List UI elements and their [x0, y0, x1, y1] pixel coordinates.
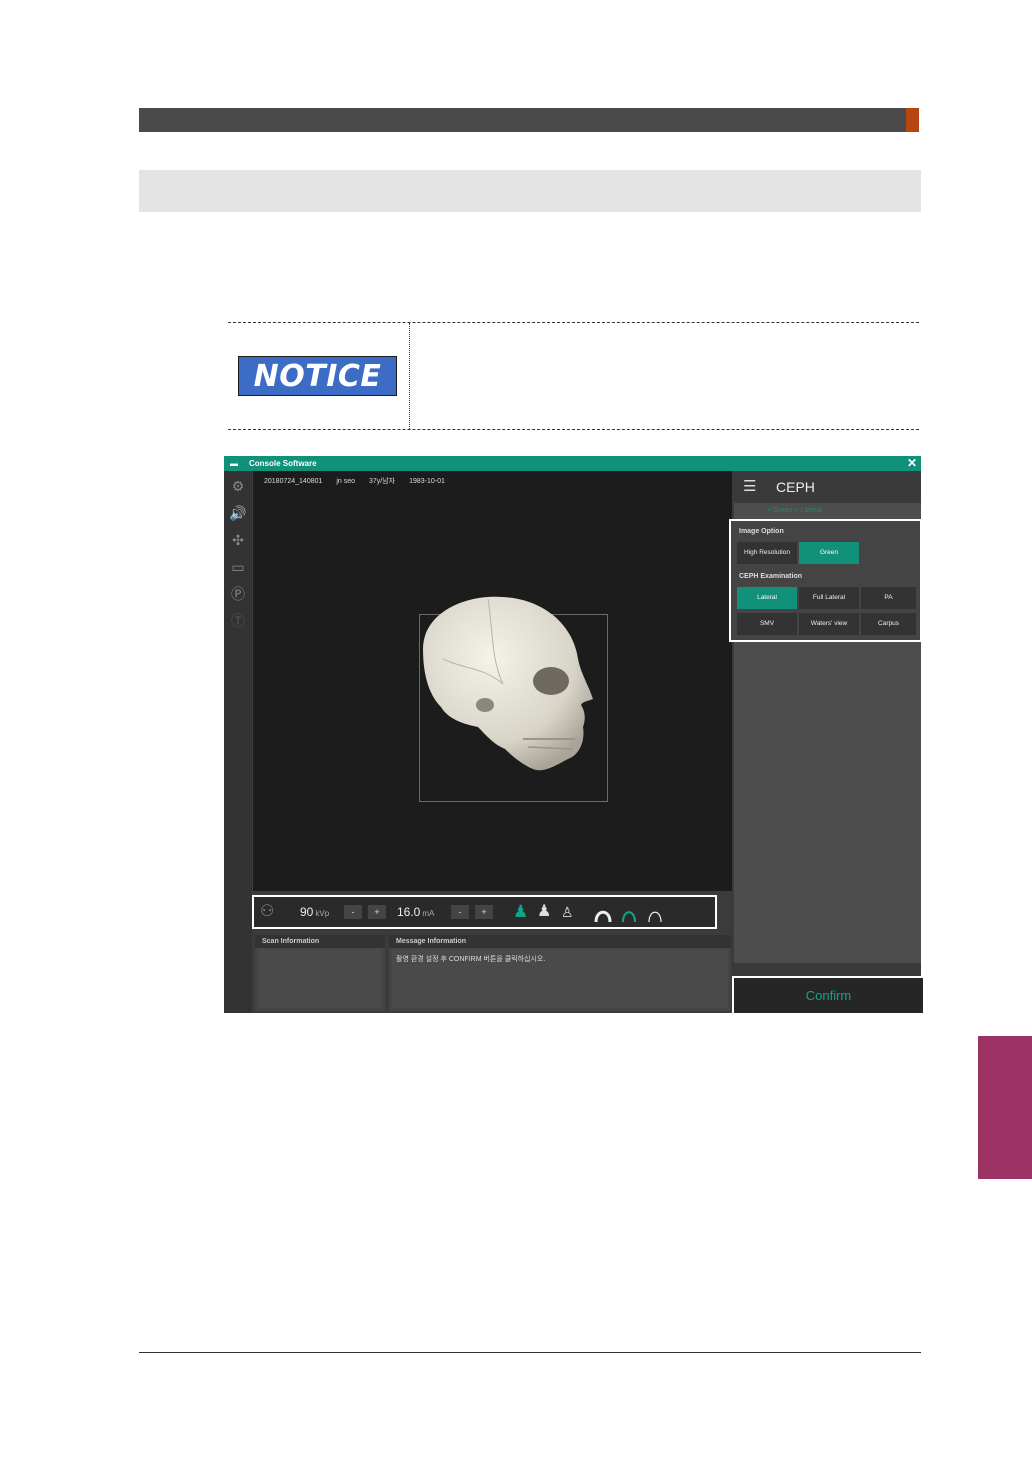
scan-information-body	[258, 949, 382, 1008]
app-icon: ▬	[230, 459, 238, 468]
monitor-icon[interactable]: ▭	[229, 558, 247, 576]
arch-small-icon[interactable]	[645, 903, 665, 923]
kvp-plus-button[interactable]: +	[368, 905, 386, 919]
ma-value: 16.0	[397, 905, 421, 919]
arch-medium-icon[interactable]	[619, 903, 639, 923]
image-viewer[interactable]: 20180724_140801 jn seo 37y/남자 1983-10-01	[253, 471, 732, 891]
kvp-value: 90	[300, 905, 314, 919]
confirm-button[interactable]: Confirm	[732, 976, 925, 1015]
carpus-button[interactable]: Carpus	[861, 613, 916, 635]
smv-button[interactable]: SMV	[737, 613, 797, 635]
p-circle-icon[interactable]: Ⓟ	[229, 585, 247, 603]
patient-id: 20180724_140801	[264, 478, 323, 485]
ma-minus-button[interactable]: -	[451, 905, 469, 919]
exposure-controls: ⚇ 90 kVp - + 16.0 mA - + ♟ ♟ ♙	[252, 895, 717, 929]
laser-icon[interactable]: ✣	[229, 531, 247, 549]
message-information-header: Message Information	[389, 935, 731, 948]
scan-information-panel: Scan Information	[255, 935, 385, 1011]
chapter-header-bar	[139, 108, 906, 132]
high-resolution-button[interactable]: High Resolution	[737, 542, 797, 564]
notice-badge: NOTICE	[238, 356, 397, 396]
image-option-label: Image Option	[739, 528, 784, 535]
full-lateral-button[interactable]: Full Lateral	[799, 587, 859, 609]
window-title: Console Software	[249, 459, 317, 468]
mode-title: CEPH	[776, 479, 815, 495]
green-button[interactable]: Green	[799, 542, 859, 564]
patient-dob: 1983-10-01	[409, 478, 445, 485]
chapter-header-accent	[906, 108, 919, 132]
menu-icon[interactable]: ☰	[743, 479, 756, 495]
lateral-button[interactable]: Lateral	[737, 587, 797, 609]
ma-plus-button[interactable]: +	[475, 905, 493, 919]
notice-divider	[409, 323, 410, 429]
right-panel-header: ☰ CEPH	[734, 471, 921, 503]
child-icon[interactable]: ♙	[561, 897, 574, 927]
breadcrumb: > Green > Lateral	[767, 507, 822, 514]
ma-readout: 16.0 mA	[397, 897, 434, 929]
skull-image	[423, 596, 593, 771]
footer-rule	[139, 1352, 921, 1353]
speaker-icon[interactable]: 🔊	[229, 504, 247, 522]
option-group: Image Option High Resolution Green CEPH …	[729, 519, 921, 642]
t-circle-icon[interactable]: Ⓣ	[229, 612, 247, 630]
arch-large-icon[interactable]	[593, 903, 613, 923]
section-title-bar	[139, 170, 921, 212]
kvp-minus-button[interactable]: -	[344, 905, 362, 919]
patient-info: 20180724_140801 jn seo 37y/남자 1983-10-01	[264, 476, 457, 486]
ceph-examination-label: CEPH Examination	[739, 573, 803, 580]
close-icon[interactable]: ✕	[907, 456, 917, 471]
ma-unit: mA	[422, 909, 435, 918]
pa-button[interactable]: PA	[861, 587, 916, 609]
adult-large-icon[interactable]: ♟	[513, 897, 528, 927]
window-titlebar: ▬ Console Software ✕	[224, 456, 921, 471]
console-software-window: ▬ Console Software ✕ ⚙ 🔊 ✣ ▭ Ⓟ Ⓣ 2018072…	[224, 456, 921, 1013]
patient-position-icon: ⚇	[260, 903, 275, 920]
patient-age-gender: 37y/남자	[369, 478, 396, 485]
waters-view-button[interactable]: Waters' view	[799, 613, 859, 635]
adult-medium-icon[interactable]: ♟	[537, 897, 551, 927]
scan-information-header: Scan Information	[255, 935, 385, 948]
kvp-unit: kVp	[315, 909, 330, 918]
notice-bottom-border	[228, 429, 919, 430]
notice-top-border	[228, 322, 919, 323]
gear-icon[interactable]: ⚙	[229, 477, 247, 495]
left-toolbar: ⚙ 🔊 ✣ ▭ Ⓟ Ⓣ	[224, 471, 252, 1013]
message-text: 촬영 환경 설정 후 CONFIRM 버튼을 클릭하십시오.	[396, 956, 546, 963]
message-information-panel: Message Information 촬영 환경 설정 후 CONFIRM 버…	[389, 935, 731, 1011]
chapter-side-tab	[978, 1036, 1032, 1179]
patient-name: jn seo	[336, 478, 356, 485]
kvp-readout: 90 kVp	[300, 897, 329, 929]
